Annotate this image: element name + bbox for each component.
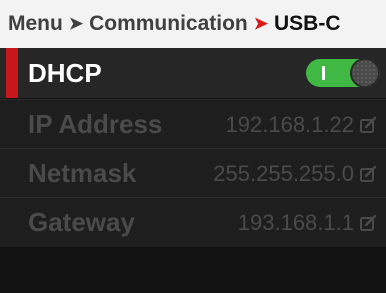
ip-address-label: IP Address [28, 109, 163, 139]
chevron-right-icon: ➤ [253, 14, 268, 33]
toggle-knob [350, 58, 380, 88]
usb-c-settings-screen: Menu ➤ Communication ➤ USB-C DHCP IP Add… [0, 0, 386, 293]
gateway-value: 193.168.1.1 [237, 209, 354, 235]
dhcp-toggle[interactable] [306, 58, 380, 88]
toggle-on-mark-icon [322, 66, 325, 80]
breadcrumb-item-communication[interactable]: Communication [89, 12, 248, 36]
netmask-label: Netmask [28, 158, 137, 188]
breadcrumb-item-menu[interactable]: Menu [8, 12, 63, 36]
gateway-row: Gateway 193.168.1.1 [0, 197, 386, 247]
ip-address-row: IP Address 192.168.1.22 [0, 99, 386, 149]
chevron-right-icon: ➤ [68, 14, 84, 33]
empty-area [0, 247, 386, 293]
dhcp-row[interactable]: DHCP [0, 48, 386, 98]
edit-icon [360, 116, 377, 133]
netmask-value: 255.255.255.0 [213, 160, 354, 186]
edit-icon [360, 214, 377, 231]
edit-icon [360, 165, 377, 182]
breadcrumb: Menu ➤ Communication ➤ USB-C [0, 0, 386, 48]
ip-address-value: 192.168.1.22 [225, 111, 354, 137]
selection-indicator [6, 48, 18, 98]
gateway-label: Gateway [28, 207, 135, 237]
dhcp-label: DHCP [28, 57, 102, 88]
breadcrumb-item-current: USB-C [274, 12, 341, 35]
netmask-row: Netmask 255.255.255.0 [0, 148, 386, 198]
